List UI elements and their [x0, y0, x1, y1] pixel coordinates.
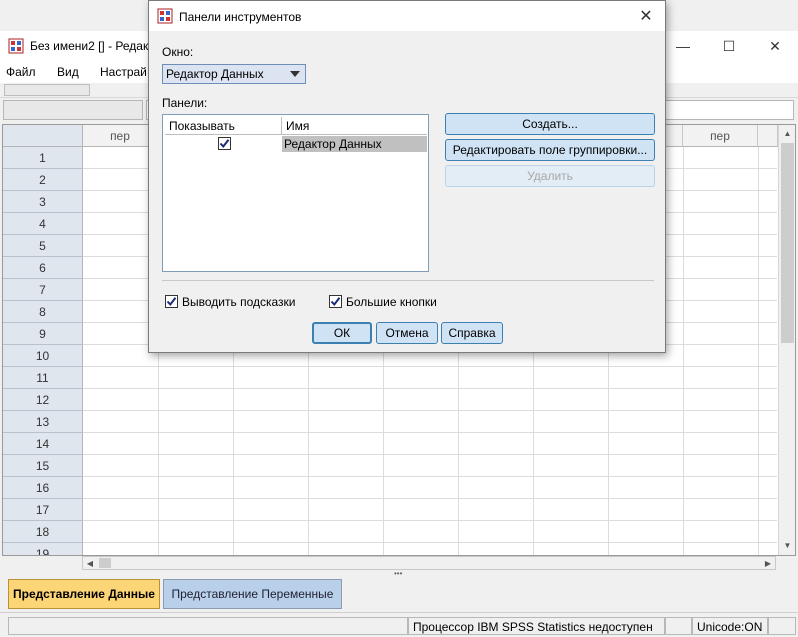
chevron-down-icon: [290, 71, 300, 77]
delete-button[interactable]: Удалить: [445, 165, 655, 187]
grid-line: [683, 147, 684, 555]
row-header[interactable]: 1: [3, 147, 83, 169]
toolbar-name-cell[interactable]: Редактор Данных: [282, 136, 427, 152]
status-bar: Процессор IBM SPSS Statistics недоступен…: [0, 612, 798, 637]
close-button[interactable]: ✕: [752, 31, 798, 61]
help-button[interactable]: Справка: [441, 322, 503, 344]
status-pane-empty: [8, 617, 408, 635]
column-header[interactable]: [758, 125, 778, 147]
row-header[interactable]: 6: [3, 257, 83, 279]
row-header[interactable]: 5: [3, 235, 83, 257]
grid-line: [83, 498, 777, 499]
status-pane-end: [768, 617, 796, 635]
scroll-right-icon[interactable]: ▶: [761, 557, 775, 569]
show-toolbar-checkbox[interactable]: [218, 137, 231, 150]
window-select-value: Редактор Данных: [166, 67, 264, 81]
row-header[interactable]: 8: [3, 301, 83, 323]
checkmark-icon: [166, 297, 177, 307]
panels-label: Панели:: [162, 96, 208, 110]
vertical-scroll-thumb[interactable]: [781, 143, 794, 343]
row-header[interactable]: 14: [3, 433, 83, 455]
ok-button[interactable]: ОК: [312, 322, 372, 344]
row-header[interactable]: 2: [3, 169, 83, 191]
grid-line: [758, 147, 759, 555]
row-header[interactable]: 13: [3, 411, 83, 433]
maximize-button[interactable]: ☐: [706, 31, 752, 61]
cancel-button[interactable]: Отмена: [376, 322, 438, 344]
grid-line: [83, 476, 777, 477]
tab-variable-view[interactable]: Представление Переменные: [163, 579, 342, 609]
grid-corner[interactable]: [3, 125, 83, 147]
grid-line: [83, 410, 777, 411]
spss-dialog-icon: [157, 8, 173, 24]
grid-line: [83, 520, 777, 521]
scroll-down-icon[interactable]: ▼: [781, 539, 794, 552]
grid-line: [83, 454, 777, 455]
menu-file[interactable]: Файл: [6, 65, 36, 79]
row-header[interactable]: 11: [3, 367, 83, 389]
row-header[interactable]: 4: [3, 213, 83, 235]
row-header[interactable]: 12: [3, 389, 83, 411]
edit-group-button[interactable]: Редактировать поле группировки...: [445, 139, 655, 161]
row-header[interactable]: 10: [3, 345, 83, 367]
menu-settings[interactable]: Настрай: [100, 65, 147, 79]
vertical-scrollbar[interactable]: ▲ ▼: [778, 125, 795, 555]
column-header-show[interactable]: Показывать: [165, 117, 282, 135]
grid-line: [83, 432, 777, 433]
minimize-button[interactable]: —: [660, 31, 706, 61]
row-header[interactable]: 18: [3, 521, 83, 543]
row-header[interactable]: 9: [3, 323, 83, 345]
processor-status: Процессор IBM SPSS Statistics недоступен: [408, 617, 665, 635]
show-tooltips-checkbox[interactable]: [165, 295, 178, 308]
grid-line: [83, 366, 777, 367]
menu-view[interactable]: Вид: [57, 65, 79, 79]
window-select[interactable]: Редактор Данных: [162, 64, 306, 84]
tab-data-view[interactable]: Представление Данные: [8, 579, 160, 609]
large-buttons-checkbox[interactable]: [329, 295, 342, 308]
scroll-up-icon[interactable]: ▲: [781, 127, 794, 140]
horizontal-scrollbar[interactable]: ◀ ▶: [82, 556, 776, 570]
cell-reference-box[interactable]: [3, 100, 143, 120]
toolbars-dialog: Панели инструментов ✕ Окно: Редактор Дан…: [148, 0, 666, 353]
dialog-separator: [162, 280, 654, 281]
scroll-left-icon[interactable]: ◀: [83, 557, 97, 569]
row-header[interactable]: 3: [3, 191, 83, 213]
checkmark-icon: [219, 139, 230, 149]
toolbar-handle[interactable]: [4, 84, 90, 96]
main-window-title: Без имени2 [] - Редакт: [30, 39, 154, 53]
row-header[interactable]: 16: [3, 477, 83, 499]
toolbars-list[interactable]: Показывать Имя Редактор Данных: [162, 114, 429, 272]
column-header-name[interactable]: Имя: [282, 117, 427, 135]
dialog-close-button[interactable]: ✕: [635, 6, 657, 26]
grid-line: [83, 542, 777, 543]
splitter-grip-icon[interactable]: •••: [394, 570, 408, 578]
large-buttons-label[interactable]: Большие кнопки: [346, 295, 437, 309]
column-header[interactable]: пер: [83, 125, 158, 147]
checkmark-icon: [330, 297, 341, 307]
dialog-titlebar: Панели инструментов ✕: [149, 1, 665, 31]
row-header[interactable]: 15: [3, 455, 83, 477]
horizontal-scroll-thumb[interactable]: [99, 558, 111, 568]
row-header[interactable]: 17: [3, 499, 83, 521]
spss-app-icon: [8, 38, 24, 54]
unicode-status: Unicode:ON: [692, 617, 768, 635]
show-tooltips-label[interactable]: Выводить подсказки: [182, 295, 295, 309]
column-header[interactable]: пер: [683, 125, 758, 147]
create-button[interactable]: Создать...: [445, 113, 655, 135]
grid-line: [83, 388, 777, 389]
dialog-title: Панели инструментов: [179, 10, 302, 24]
status-pane-small: [665, 617, 692, 635]
row-header[interactable]: 19: [3, 543, 83, 555]
row-header[interactable]: 7: [3, 279, 83, 301]
window-label: Окно:: [162, 45, 194, 59]
